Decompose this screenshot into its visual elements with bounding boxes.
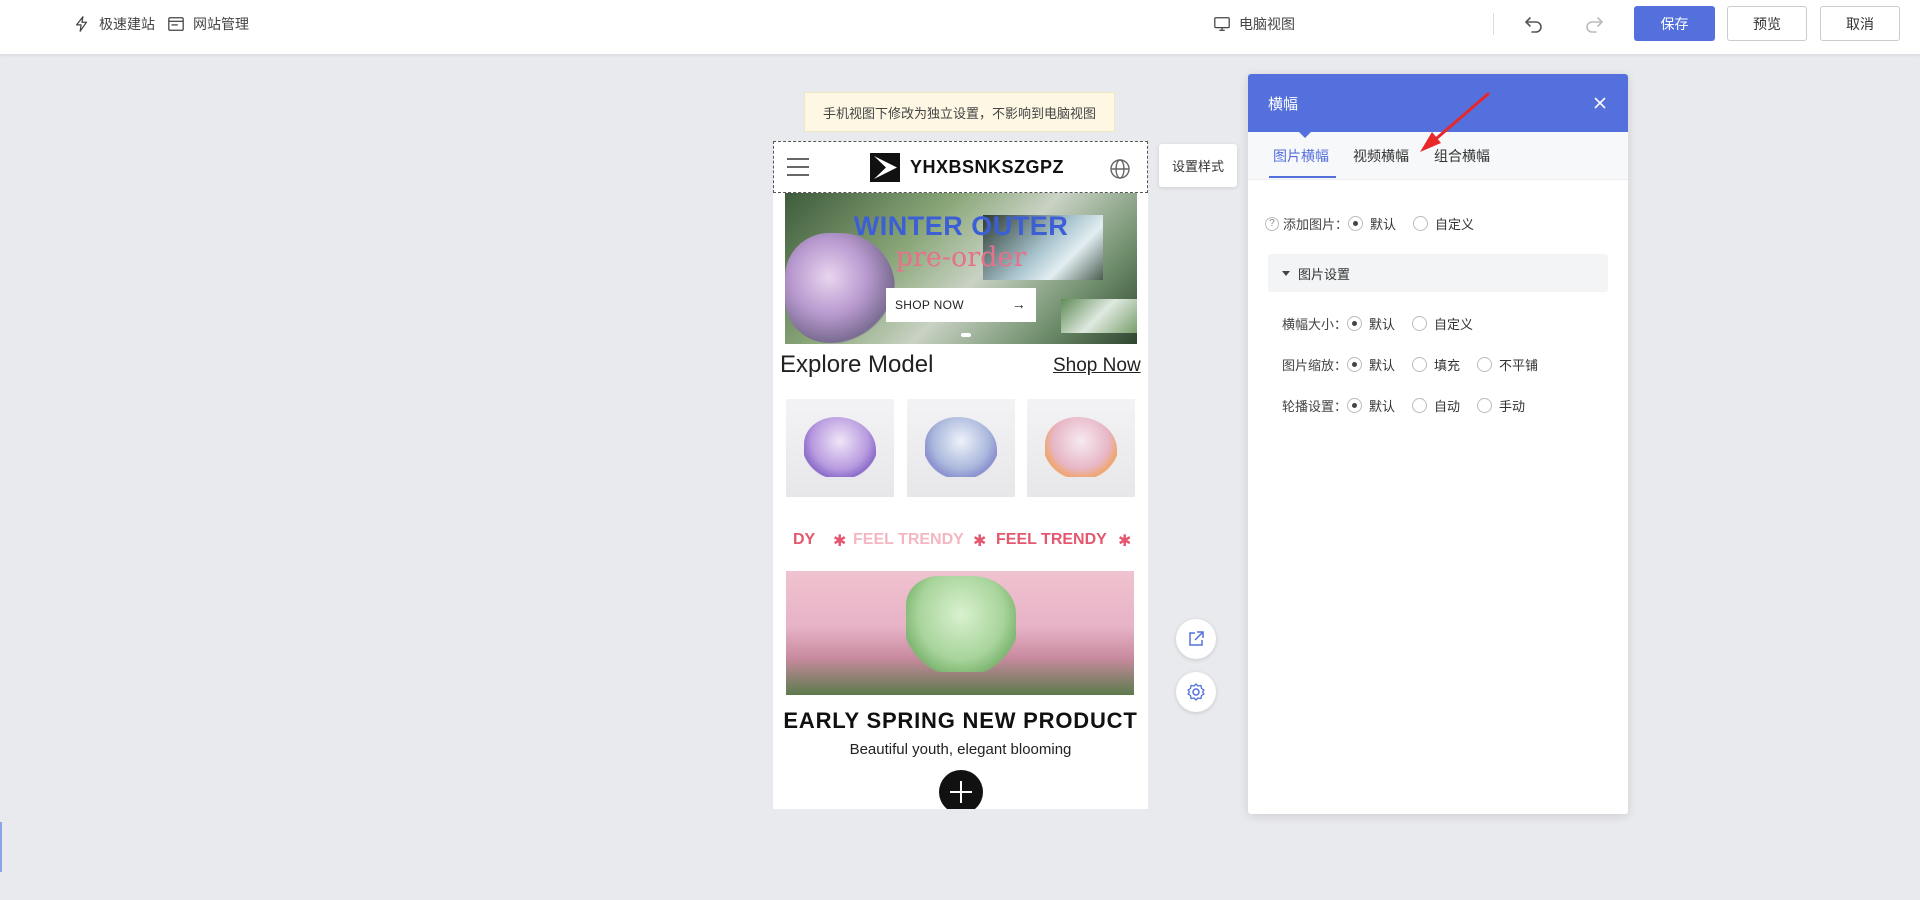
marquee-star: ✱ bbox=[973, 533, 987, 550]
mobile-view-notice: 手机视图下修改为独立设置，不影响到电脑视图 bbox=[804, 92, 1115, 132]
radio-label: 默认 bbox=[1369, 317, 1396, 332]
carousel-dot[interactable] bbox=[961, 333, 971, 337]
banner-size-default-radio[interactable]: 默认 bbox=[1347, 314, 1395, 333]
add-module-button[interactable] bbox=[939, 770, 983, 809]
site-manage-label: 网站管理 bbox=[193, 15, 249, 32]
help-icon[interactable]: ? bbox=[1265, 216, 1279, 231]
tab-caret bbox=[1299, 132, 1311, 138]
monitor-icon bbox=[1214, 16, 1230, 31]
add-image-custom-radio[interactable]: 自定义 bbox=[1413, 214, 1474, 233]
tab-image-banner[interactable]: 图片横幅 bbox=[1273, 146, 1329, 166]
product-card[interactable] bbox=[1027, 399, 1135, 497]
share-button[interactable] bbox=[1176, 619, 1216, 659]
image-scale-label: 图片缩放： bbox=[1282, 358, 1348, 373]
spring-subtitle: Beautiful youth, elegant blooming bbox=[849, 741, 1072, 758]
quick-build-button[interactable]: 极速建站 bbox=[73, 0, 155, 47]
radio-label: 默认 bbox=[1370, 217, 1397, 232]
banner-inset-image-small bbox=[1061, 299, 1137, 333]
close-icon[interactable] bbox=[1590, 93, 1610, 113]
preview-button[interactable]: 预览 bbox=[1727, 6, 1807, 41]
image-scale-no-tile-radio[interactable]: 不平铺 bbox=[1477, 355, 1538, 374]
caret-down-icon bbox=[1282, 270, 1290, 276]
site-logo-text: YHXBSNKSZGPZ bbox=[910, 157, 1065, 177]
banner-settings-panel: 横幅 图片横幅 视频横幅 组合横幅 ? 添加图片： 默认 自定义 图片设置 横幅… bbox=[1248, 74, 1628, 814]
save-button[interactable]: 保存 bbox=[1634, 6, 1715, 41]
shop-now-label: SHOP NOW bbox=[895, 298, 964, 312]
image-scale-fill-radio[interactable]: 填充 bbox=[1412, 355, 1460, 374]
radio-label: 不平铺 bbox=[1499, 358, 1539, 373]
image-scale-row: 图片缩放： 默认 填充 不平铺 bbox=[1282, 355, 1555, 374]
shop-now-button[interactable]: SHOP NOW → bbox=[886, 288, 1036, 322]
redo-icon[interactable] bbox=[1583, 12, 1605, 34]
spring-shoe-image bbox=[906, 576, 1016, 672]
image-scale-default-radio[interactable]: 默认 bbox=[1347, 355, 1395, 374]
view-mode-label: 电脑视图 bbox=[1239, 15, 1295, 32]
quick-build-label: 极速建站 bbox=[99, 15, 155, 32]
radio-label: 默认 bbox=[1369, 399, 1396, 414]
section-title: 图片设置 bbox=[1298, 266, 1351, 282]
toolbar-divider bbox=[1493, 13, 1494, 35]
explore-title: Explore Model bbox=[780, 351, 934, 378]
lightning-icon bbox=[75, 15, 88, 32]
active-tab-indicator bbox=[1269, 176, 1336, 178]
settings-button[interactable] bbox=[1176, 672, 1216, 712]
share-icon bbox=[1189, 631, 1204, 646]
gear-icon bbox=[1187, 683, 1205, 701]
radio-label: 手动 bbox=[1499, 399, 1526, 414]
radio-label: 默认 bbox=[1369, 358, 1396, 373]
add-image-row: ? 添加图片： 默认 自定义 bbox=[1265, 214, 1491, 233]
arrow-right-icon: → bbox=[1011, 296, 1026, 312]
annotation-arrow-icon bbox=[1420, 92, 1490, 152]
hero-banner[interactable]: WINTER OUTER pre-order SHOP NOW → bbox=[785, 193, 1137, 344]
banner-size-custom-radio[interactable]: 自定义 bbox=[1412, 314, 1473, 333]
spring-title: EARLY SPRING NEW PRODUCT bbox=[783, 708, 1138, 733]
panel-title: 横幅 bbox=[1268, 95, 1299, 113]
view-mode-toggle[interactable]: 电脑视图 bbox=[1213, 0, 1295, 47]
tab-video-banner[interactable]: 视频横幅 bbox=[1353, 146, 1409, 166]
carousel-manual-radio[interactable]: 手动 bbox=[1477, 396, 1525, 415]
banner-title: WINTER OUTER bbox=[853, 211, 1069, 241]
radio-label: 自定义 bbox=[1435, 217, 1475, 232]
left-edge-indicator bbox=[0, 822, 2, 872]
explore-shop-link[interactable]: Shop Now bbox=[1053, 355, 1141, 377]
carousel-row: 轮播设置： 默认 自动 手动 bbox=[1282, 396, 1542, 415]
add-image-default-radio[interactable]: 默认 bbox=[1348, 214, 1396, 233]
mobile-header[interactable]: YHXBSNKSZGPZ bbox=[773, 141, 1148, 193]
banner-size-label: 横幅大小： bbox=[1282, 317, 1348, 332]
cancel-button[interactable]: 取消 bbox=[1820, 6, 1900, 41]
marquee-item: FEEL TRENDY bbox=[996, 531, 1107, 548]
carousel-default-radio[interactable]: 默认 bbox=[1347, 396, 1395, 415]
marquee-star: ✱ bbox=[833, 533, 847, 550]
logo-icon bbox=[870, 153, 900, 182]
carousel-auto-radio[interactable]: 自动 bbox=[1412, 396, 1460, 415]
product-card[interactable] bbox=[786, 399, 894, 497]
add-image-label: 添加图片： bbox=[1283, 217, 1349, 232]
marquee-star: ✱ bbox=[1118, 533, 1132, 550]
product-card[interactable] bbox=[907, 399, 1015, 497]
spring-banner-image[interactable] bbox=[786, 571, 1134, 695]
set-style-button[interactable]: 设置样式 bbox=[1159, 144, 1237, 187]
hamburger-menu-icon[interactable] bbox=[787, 158, 809, 176]
banner-size-row: 横幅大小： 默认 自定义 bbox=[1282, 314, 1490, 333]
browser-window-icon bbox=[168, 16, 184, 31]
marquee-item: DY bbox=[793, 531, 816, 548]
radio-label: 自定义 bbox=[1434, 317, 1474, 332]
marquee-text: DY ✱ FEEL TRENDY ✱ FEEL TRENDY ✱ bbox=[773, 531, 1148, 557]
banner-subtitle: pre-order bbox=[895, 242, 1027, 273]
site-manage-button[interactable]: 网站管理 bbox=[167, 0, 249, 47]
globe-icon[interactable] bbox=[1109, 158, 1131, 180]
carousel-label: 轮播设置： bbox=[1282, 399, 1348, 414]
mobile-preview: YHXBSNKSZGPZ WINTER OUTER pre-order SHOP… bbox=[773, 141, 1148, 809]
radio-label: 自动 bbox=[1434, 399, 1461, 414]
undo-icon[interactable] bbox=[1523, 12, 1545, 34]
radio-label: 填充 bbox=[1434, 358, 1461, 373]
top-toolbar: 极速建站 网站管理 电脑视图 保存 预览 取消 bbox=[0, 0, 1920, 54]
marquee-item: FEEL TRENDY bbox=[853, 531, 964, 548]
image-settings-section[interactable]: 图片设置 bbox=[1268, 254, 1608, 292]
